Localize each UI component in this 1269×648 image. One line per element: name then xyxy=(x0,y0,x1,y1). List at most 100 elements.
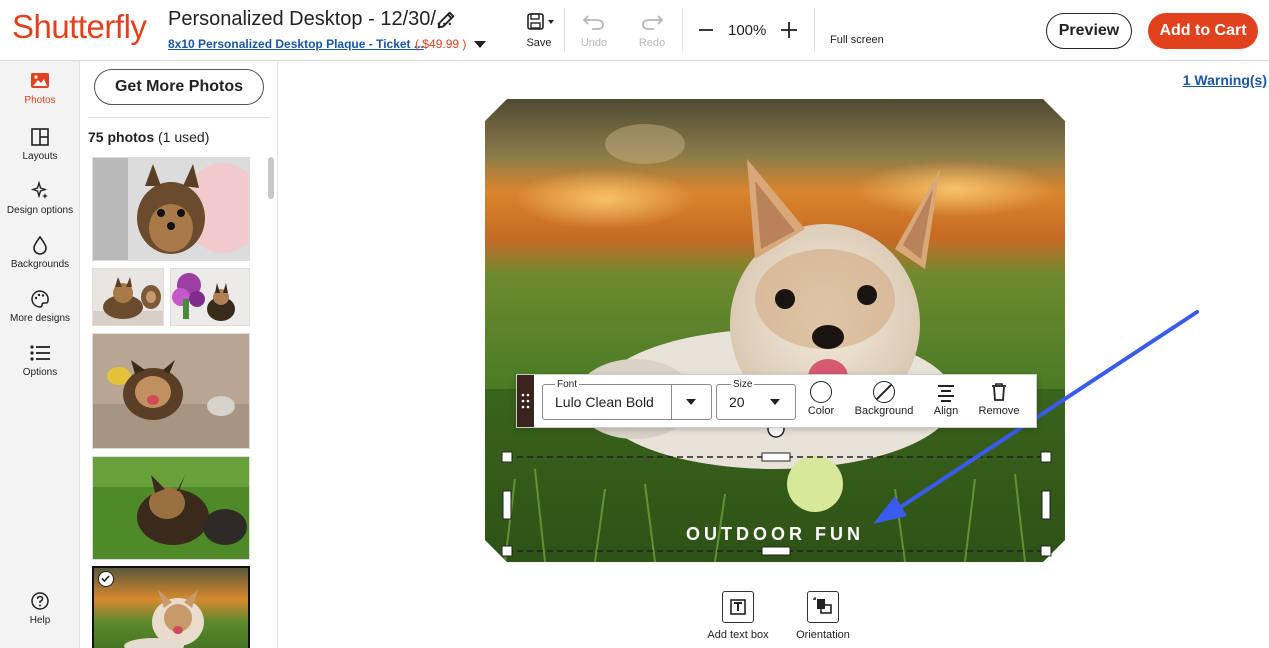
align-center-icon xyxy=(938,385,954,402)
product-chevron-down-icon[interactable] xyxy=(474,41,486,48)
top-header: Shutterfly Personalized Desktop - 12/30/… xyxy=(0,0,1269,61)
price-close: ) xyxy=(462,37,467,51)
drag-handle[interactable] xyxy=(517,375,534,427)
photo-thumbnail[interactable] xyxy=(92,333,250,449)
drop-icon xyxy=(33,235,47,255)
pencil-icon[interactable] xyxy=(435,9,457,31)
preview-button[interactable]: Preview xyxy=(1046,13,1132,49)
background-swatch-icon xyxy=(873,381,895,403)
zoom-in-icon[interactable] xyxy=(778,18,800,40)
text-toolbar: Lulo Clean Bold Font 20 Size Color Backg… xyxy=(516,374,1037,428)
rail-item-backgrounds[interactable]: Backgrounds xyxy=(0,235,80,270)
photo-thumbnail[interactable] xyxy=(170,268,250,326)
photo-count-value: 75 photos xyxy=(88,129,155,145)
divider xyxy=(814,8,815,52)
used-count: (1 used) xyxy=(158,129,210,145)
align-button[interactable]: Align xyxy=(928,381,964,417)
left-rail: Photos Layouts Design options Background… xyxy=(0,61,80,648)
rail-item-options[interactable]: Options xyxy=(0,343,80,378)
yorkie-photo-image xyxy=(93,334,249,448)
help-button[interactable]: Help xyxy=(0,591,80,626)
help-label: Help xyxy=(29,615,51,626)
price-tag: ( $49.99 ) xyxy=(415,37,466,51)
rail-label: Backgrounds xyxy=(10,259,70,270)
yorkie-photo-image xyxy=(171,269,249,325)
get-more-photos-button[interactable]: Get More Photos xyxy=(94,69,264,105)
save-button[interactable]: Save xyxy=(523,12,555,49)
yorkie-photo-image xyxy=(94,568,248,648)
undo-label: Undo xyxy=(580,37,608,49)
rail-label: Options xyxy=(22,367,58,378)
palette-icon xyxy=(31,290,49,308)
divider xyxy=(682,8,683,52)
save-label: Save xyxy=(526,37,552,49)
color-swatch-icon xyxy=(810,381,832,403)
undo-icon xyxy=(582,15,604,30)
add-text-box-button[interactable]: Add text box xyxy=(701,591,775,641)
redo-button[interactable]: Redo xyxy=(638,12,666,49)
price-open: ( xyxy=(415,37,419,51)
shutterfly-logo[interactable]: Shutterfly xyxy=(12,8,147,46)
product-link[interactable]: 8x10 Personalized Desktop Plaque - Ticke… xyxy=(168,37,424,51)
layouts-icon xyxy=(31,128,49,146)
orientation-label: Orientation xyxy=(796,629,850,641)
yorkie-photo-image xyxy=(93,269,163,325)
redo-label: Redo xyxy=(638,37,666,49)
logo-text: Shutterfly xyxy=(12,8,147,45)
rail-item-photos[interactable]: Photos xyxy=(0,71,80,106)
rail-label: Photos xyxy=(24,95,56,106)
undo-button[interactable]: Undo xyxy=(580,12,608,49)
help-icon xyxy=(31,592,49,610)
size-select[interactable]: 20 xyxy=(716,384,796,420)
list-icon xyxy=(30,345,50,361)
remove-button[interactable]: Remove xyxy=(974,381,1024,417)
yorkie-photo-image xyxy=(93,158,249,260)
background-button[interactable]: Background xyxy=(850,381,918,417)
color-label: Color xyxy=(807,405,835,417)
rail-item-more-designs[interactable]: More designs xyxy=(0,289,80,324)
rail-item-layouts[interactable]: Layouts xyxy=(0,127,80,162)
size-chevron-down-icon[interactable] xyxy=(770,399,780,405)
editor-app: Shutterfly Personalized Desktop - 12/30/… xyxy=(0,0,1269,648)
sparkle-icon xyxy=(30,181,48,199)
align-label: Align xyxy=(933,405,959,417)
size-value: 20 xyxy=(729,394,745,410)
add-text-box-label: Add text box xyxy=(707,629,769,641)
project-title[interactable]: Personalized Desktop - 12/30/... xyxy=(168,8,453,31)
panel-scrollbar[interactable] xyxy=(268,157,274,199)
photo-panel: Get More Photos 75 photos (1 used) xyxy=(80,61,278,648)
orientation-button[interactable]: Orientation xyxy=(791,591,855,641)
price-value: $49.99 xyxy=(422,37,460,51)
divider xyxy=(564,8,565,52)
remove-label: Remove xyxy=(978,405,1020,417)
text-box-icon xyxy=(722,591,754,623)
checkmark-icon xyxy=(98,571,114,587)
grip-icon xyxy=(521,393,530,409)
photo-thumbnail[interactable] xyxy=(92,157,250,261)
color-button[interactable]: Color xyxy=(804,381,838,417)
rail-item-design-options[interactable]: Design options xyxy=(0,181,80,216)
redo-icon xyxy=(642,15,664,30)
zoom-level: 100% xyxy=(728,22,767,39)
add-to-cart-button[interactable]: Add to Cart xyxy=(1148,13,1258,49)
font-label: Font xyxy=(555,379,580,390)
rail-label: More designs xyxy=(9,313,71,324)
full-screen-button[interactable]: Full screen xyxy=(830,34,884,46)
photo-thumbnail[interactable] xyxy=(92,268,164,326)
photo-thumbnail[interactable] xyxy=(92,456,250,560)
photo-thumbnail-selected[interactable] xyxy=(92,566,250,648)
trash-icon xyxy=(992,383,1006,401)
font-chevron-down-icon[interactable] xyxy=(686,399,696,405)
divider xyxy=(88,117,270,118)
divider xyxy=(671,385,672,419)
zoom-out-icon[interactable] xyxy=(697,18,715,40)
save-icon xyxy=(527,13,554,30)
rail-label: Design options xyxy=(6,205,74,216)
background-label: Background xyxy=(854,405,914,417)
size-label: Size xyxy=(731,379,755,390)
design-canvas: 1 Warning(s) OUTDOOR FUN Lulo Clean Bold… xyxy=(279,61,1269,648)
orientation-icon xyxy=(807,591,839,623)
photo-count: 75 photos (1 used) xyxy=(88,129,209,145)
rail-label: Layouts xyxy=(22,151,58,162)
warnings-link[interactable]: 1 Warning(s) xyxy=(1183,72,1267,88)
